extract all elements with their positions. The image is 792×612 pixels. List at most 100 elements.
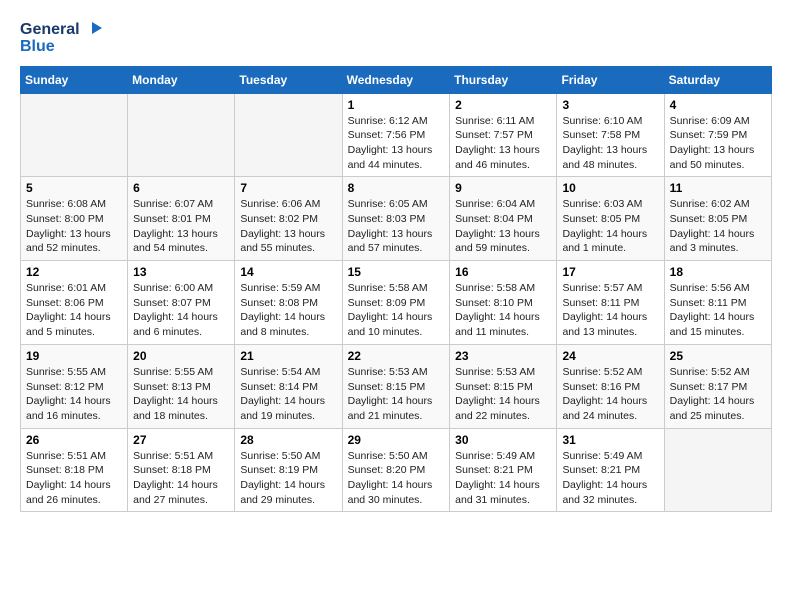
day-number: 3: [562, 98, 658, 112]
calendar-day-cell: [128, 93, 235, 177]
day-info: Sunrise: 5:57 AMSunset: 8:11 PMDaylight:…: [562, 281, 658, 340]
calendar-day-cell: 24Sunrise: 5:52 AMSunset: 8:16 PMDayligh…: [557, 344, 664, 428]
day-info: Sunrise: 5:49 AMSunset: 8:21 PMDaylight:…: [562, 449, 658, 508]
day-info: Sunrise: 5:56 AMSunset: 8:11 PMDaylight:…: [670, 281, 766, 340]
calendar-day-cell: 10 Sunrise: 6:03 AMSunset: 8:05 PMDayligh…: [557, 177, 664, 261]
calendar-day-cell: 25Sunrise: 5:52 AMSunset: 8:17 PMDayligh…: [664, 344, 771, 428]
calendar-day-cell: 18 Sunrise: 5:56 AMSunset: 8:11 PMDayligh…: [664, 261, 771, 345]
day-number: 20: [133, 349, 229, 363]
day-info: Sunrise: 6:07 AMSunset: 8:01 PMDaylight:…: [133, 197, 229, 256]
day-info: Sunrise: 6:05 AMSunset: 8:03 PMDaylight:…: [348, 197, 445, 256]
calendar-week-row: 5 Sunrise: 6:08 AMSunset: 8:00 PMDaylight…: [21, 177, 772, 261]
day-info: Sunrise: 5:55 AMSunset: 8:12 PMDaylight:…: [26, 365, 122, 424]
day-number: 4: [670, 98, 766, 112]
day-info: Sunrise: 6:10 AMSunset: 7:58 PMDaylight:…: [562, 114, 658, 173]
page-header: General Blue: [20, 20, 772, 56]
day-info: Sunrise: 5:52 AMSunset: 8:17 PMDaylight:…: [670, 365, 766, 424]
day-number: 19: [26, 349, 122, 363]
day-number: 5: [26, 181, 122, 195]
calendar-day-cell: [21, 93, 128, 177]
day-number: 11: [670, 181, 766, 195]
day-number: 15: [348, 265, 445, 279]
weekday-header-sunday: Sunday: [21, 66, 128, 93]
weekday-header-thursday: Thursday: [450, 66, 557, 93]
day-number: 24: [562, 349, 658, 363]
day-info: Sunrise: 5:53 AMSunset: 8:15 PMDaylight:…: [455, 365, 551, 424]
day-info: Sunrise: 5:59 AMSunset: 8:08 PMDaylight:…: [240, 281, 336, 340]
calendar-day-cell: 22Sunrise: 5:53 AMSunset: 8:15 PMDayligh…: [342, 344, 450, 428]
calendar-week-row: 1Sunrise: 6:12 AMSunset: 7:56 PMDaylight…: [21, 93, 772, 177]
day-number: 16: [455, 265, 551, 279]
day-info: Sunrise: 5:50 AMSunset: 8:19 PMDaylight:…: [240, 449, 336, 508]
calendar-day-cell: 30Sunrise: 5:49 AMSunset: 8:21 PMDayligh…: [450, 428, 557, 512]
calendar-table: SundayMondayTuesdayWednesdayThursdayFrid…: [20, 66, 772, 513]
day-number: 18: [670, 265, 766, 279]
day-number: 21: [240, 349, 336, 363]
day-info: Sunrise: 6:02 AMSunset: 8:05 PMDaylight:…: [670, 197, 766, 256]
calendar-day-cell: 28 Sunrise: 5:50 AMSunset: 8:19 PMDayligh…: [235, 428, 342, 512]
day-info: Sunrise: 6:04 AMSunset: 8:04 PMDaylight:…: [455, 197, 551, 256]
day-info: Sunrise: 5:51 AMSunset: 8:18 PMDaylight:…: [26, 449, 122, 508]
day-number: 6: [133, 181, 229, 195]
calendar-day-cell: 27 Sunrise: 5:51 AMSunset: 8:18 PMDayligh…: [128, 428, 235, 512]
day-number: 17: [562, 265, 658, 279]
calendar-day-cell: 12 Sunrise: 6:01 AMSunset: 8:06 PMDayligh…: [21, 261, 128, 345]
calendar-header: SundayMondayTuesdayWednesdayThursdayFrid…: [21, 66, 772, 93]
day-info: Sunrise: 5:55 AMSunset: 8:13 PMDaylight:…: [133, 365, 229, 424]
calendar-day-cell: 17 Sunrise: 5:57 AMSunset: 8:11 PMDayligh…: [557, 261, 664, 345]
weekday-header-friday: Friday: [557, 66, 664, 93]
calendar-day-cell: 26 Sunrise: 5:51 AMSunset: 8:18 PMDayligh…: [21, 428, 128, 512]
day-info: Sunrise: 6:09 AMSunset: 7:59 PMDaylight:…: [670, 114, 766, 173]
day-info: Sunrise: 5:49 AMSunset: 8:21 PMDaylight:…: [455, 449, 551, 508]
calendar-day-cell: 29 Sunrise: 5:50 AMSunset: 8:20 PMDayligh…: [342, 428, 450, 512]
calendar-day-cell: 13Sunrise: 6:00 AMSunset: 8:07 PMDayligh…: [128, 261, 235, 345]
day-info: Sunrise: 5:54 AMSunset: 8:14 PMDaylight:…: [240, 365, 336, 424]
logo-flag-icon: [82, 20, 104, 40]
day-info: Sunrise: 6:11 AMSunset: 7:57 PMDaylight:…: [455, 114, 551, 173]
day-number: 2: [455, 98, 551, 112]
day-info: Sunrise: 6:01 AMSunset: 8:06 PMDaylight:…: [26, 281, 122, 340]
calendar-day-cell: 9Sunrise: 6:04 AMSunset: 8:04 PMDaylight…: [450, 177, 557, 261]
day-info: Sunrise: 5:51 AMSunset: 8:18 PMDaylight:…: [133, 449, 229, 508]
day-number: 27: [133, 433, 229, 447]
logo-blue: Blue: [20, 38, 55, 56]
logo: General Blue: [20, 20, 104, 56]
calendar-day-cell: 4 Sunrise: 6:09 AMSunset: 7:59 PMDaylight…: [664, 93, 771, 177]
calendar-body: 1Sunrise: 6:12 AMSunset: 7:56 PMDaylight…: [21, 93, 772, 512]
weekday-header-tuesday: Tuesday: [235, 66, 342, 93]
calendar-day-cell: 6 Sunrise: 6:07 AMSunset: 8:01 PMDaylight…: [128, 177, 235, 261]
day-number: 7: [240, 181, 336, 195]
calendar-day-cell: 23Sunrise: 5:53 AMSunset: 8:15 PMDayligh…: [450, 344, 557, 428]
day-number: 28: [240, 433, 336, 447]
day-number: 1: [348, 98, 445, 112]
day-info: Sunrise: 5:53 AMSunset: 8:15 PMDaylight:…: [348, 365, 445, 424]
calendar-day-cell: [664, 428, 771, 512]
day-info: Sunrise: 6:08 AMSunset: 8:00 PMDaylight:…: [26, 197, 122, 256]
calendar-day-cell: 21 Sunrise: 5:54 AMSunset: 8:14 PMDayligh…: [235, 344, 342, 428]
calendar-day-cell: 15Sunrise: 5:58 AMSunset: 8:09 PMDayligh…: [342, 261, 450, 345]
weekday-header-saturday: Saturday: [664, 66, 771, 93]
logo-general: General: [20, 21, 80, 39]
day-info: Sunrise: 5:58 AMSunset: 8:10 PMDaylight:…: [455, 281, 551, 340]
calendar-day-cell: 8 Sunrise: 6:05 AMSunset: 8:03 PMDaylight…: [342, 177, 450, 261]
calendar-week-row: 12 Sunrise: 6:01 AMSunset: 8:06 PMDayligh…: [21, 261, 772, 345]
day-number: 12: [26, 265, 122, 279]
calendar-day-cell: 16 Sunrise: 5:58 AMSunset: 8:10 PMDayligh…: [450, 261, 557, 345]
calendar-day-cell: 5 Sunrise: 6:08 AMSunset: 8:00 PMDaylight…: [21, 177, 128, 261]
weekday-header-row: SundayMondayTuesdayWednesdayThursdayFrid…: [21, 66, 772, 93]
day-number: 8: [348, 181, 445, 195]
calendar-day-cell: [235, 93, 342, 177]
day-number: 26: [26, 433, 122, 447]
day-number: 10: [562, 181, 658, 195]
calendar-day-cell: 14 Sunrise: 5:59 AMSunset: 8:08 PMDayligh…: [235, 261, 342, 345]
day-number: 14: [240, 265, 336, 279]
day-info: Sunrise: 6:03 AMSunset: 8:05 PMDaylight:…: [562, 197, 658, 256]
calendar-day-cell: 11 Sunrise: 6:02 AMSunset: 8:05 PMDayligh…: [664, 177, 771, 261]
day-number: 29: [348, 433, 445, 447]
calendar-day-cell: 7 Sunrise: 6:06 AMSunset: 8:02 PMDaylight…: [235, 177, 342, 261]
day-info: Sunrise: 5:50 AMSunset: 8:20 PMDaylight:…: [348, 449, 445, 508]
day-info: Sunrise: 6:06 AMSunset: 8:02 PMDaylight:…: [240, 197, 336, 256]
day-info: Sunrise: 6:00 AMSunset: 8:07 PMDaylight:…: [133, 281, 229, 340]
calendar-day-cell: 31Sunrise: 5:49 AMSunset: 8:21 PMDayligh…: [557, 428, 664, 512]
calendar-week-row: 19 Sunrise: 5:55 AMSunset: 8:12 PMDayligh…: [21, 344, 772, 428]
